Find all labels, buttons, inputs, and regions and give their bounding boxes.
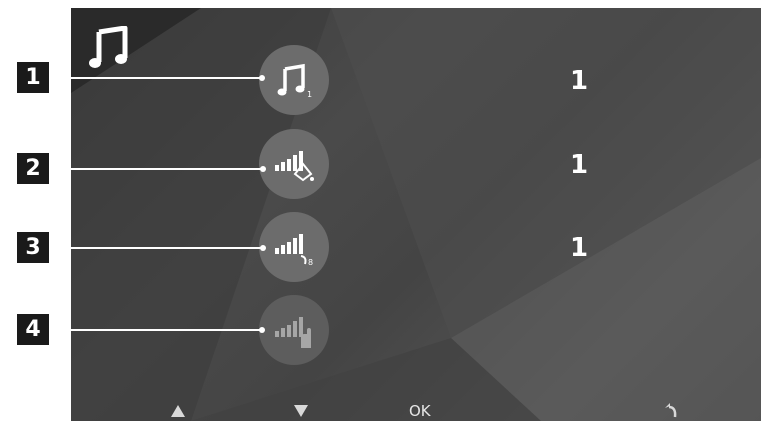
device-screen: 1 1 1 8 1 OK: [71, 8, 761, 421]
callout-2: 2: [17, 153, 49, 184]
callout-1: 1: [17, 62, 49, 93]
touch-volume-button[interactable]: [259, 295, 329, 365]
touch-volume-icon: [275, 317, 311, 348]
melody-button[interactable]: 1: [259, 45, 329, 115]
melody-icon: 1: [277, 63, 312, 99]
callout-3-dot: [260, 245, 266, 251]
callout-4-leader: [49, 329, 261, 331]
callout-4: 4: [17, 314, 49, 345]
call-volume-button[interactable]: 8: [259, 212, 329, 282]
ok-button[interactable]: OK: [409, 402, 431, 420]
call-volume-value: 1: [569, 233, 589, 263]
callout-2-dot: [260, 166, 266, 172]
callout-2-leader: [49, 168, 262, 170]
callout-3-leader: [49, 247, 262, 249]
up-arrow-icon[interactable]: [171, 405, 185, 417]
ring-volume-button[interactable]: [259, 129, 329, 199]
svg-text:1: 1: [307, 90, 312, 99]
callout-1-dot: [259, 75, 265, 81]
callout-1-leader: [49, 77, 261, 79]
callout-3: 3: [17, 232, 49, 263]
back-arrow-icon[interactable]: [663, 402, 679, 418]
ring-volume-value: 1: [569, 150, 589, 180]
melody-value: 1: [569, 66, 589, 96]
call-volume-icon: 8: [275, 234, 313, 267]
ring-volume-icon: [275, 151, 314, 182]
music-note-icon: [89, 26, 128, 68]
callout-4-dot: [259, 327, 265, 333]
svg-text:8: 8: [308, 258, 313, 267]
down-arrow-icon[interactable]: [294, 405, 308, 417]
